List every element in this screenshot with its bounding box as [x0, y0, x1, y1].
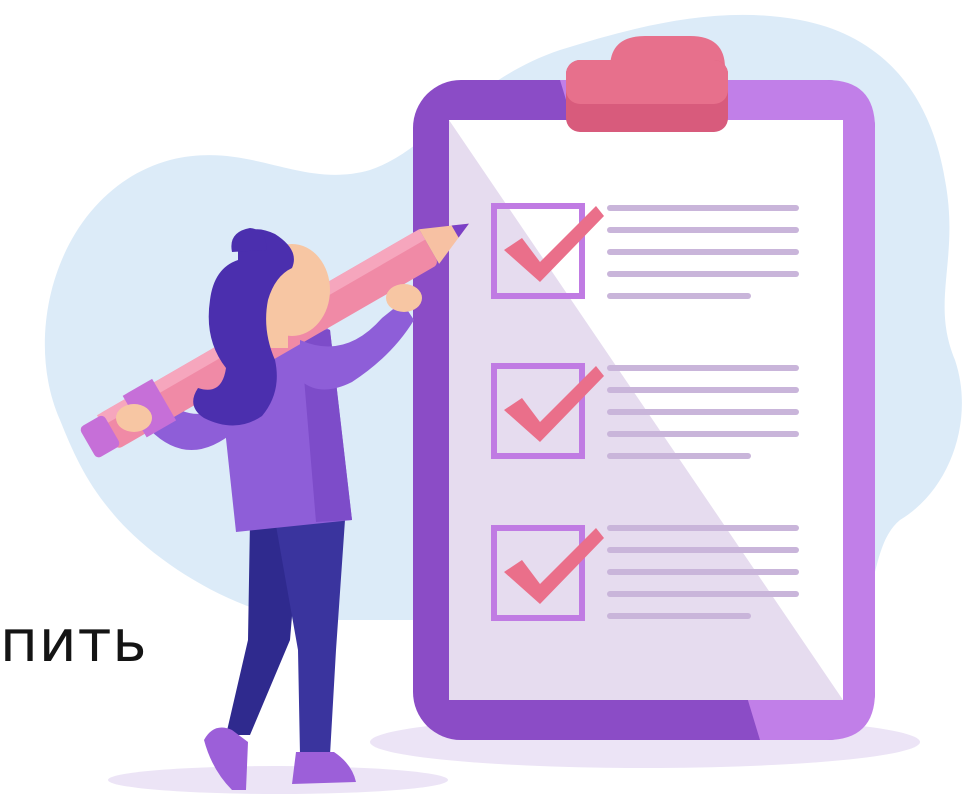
- person-hand-left: [116, 404, 152, 432]
- clipboard-clip-face: [566, 60, 728, 104]
- person-shoe-front: [292, 752, 356, 784]
- person-hand-right: [386, 284, 422, 312]
- checklist-illustration: [44, 14, 962, 794]
- person-shadow: [108, 766, 448, 794]
